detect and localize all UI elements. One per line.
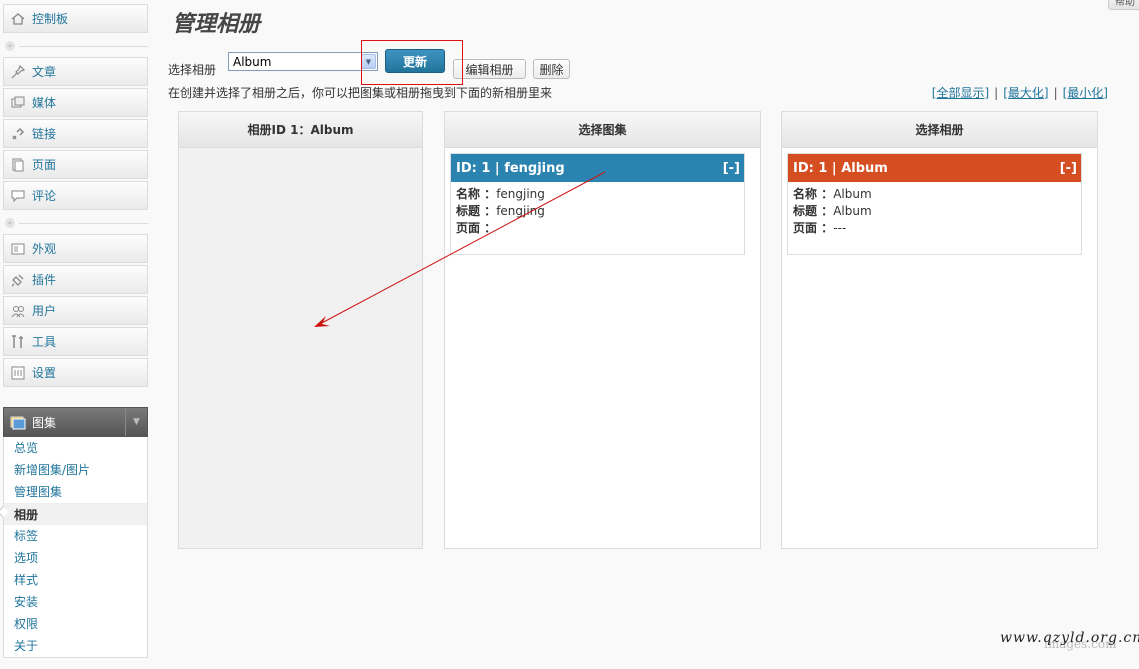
- settings-icon: [10, 365, 26, 381]
- menu-gallery[interactable]: 图集 ▼: [3, 407, 148, 437]
- instruction-text: 在创建并选择了相册之后，你可以把图集或相册拖曳到下面的新相册里来: [168, 86, 553, 100]
- page-label: 页面 ：: [456, 221, 497, 235]
- name-value: Album: [833, 187, 872, 201]
- page-title: 管理相册: [172, 11, 261, 37]
- submenu-overview[interactable]: 总览: [4, 437, 147, 459]
- menu-appearance[interactable]: 外观: [3, 234, 148, 263]
- submenu-options[interactable]: 选项: [4, 547, 147, 569]
- submenu-roles[interactable]: 权限: [4, 613, 147, 635]
- edit-album-button[interactable]: 编辑相册: [453, 59, 526, 79]
- submenu-add-gallery[interactable]: 新增图集/图片: [4, 459, 147, 481]
- gallery-card-body: 名称 ：fengjing 标题 ：fengjing 页面 ：: [451, 182, 744, 241]
- media-icon: [10, 95, 26, 111]
- link-separator: |: [994, 86, 999, 100]
- album-select[interactable]: Album ▼: [228, 52, 378, 71]
- submenu-albums[interactable]: 相册: [4, 503, 147, 525]
- link-separator: |: [1053, 86, 1058, 100]
- gallery-icon: [10, 414, 26, 430]
- gallery-list-panel: 选择图集 ID: 1 | fengjing [-] 名称 ：fengjing 标…: [444, 111, 761, 549]
- collapse-icon: «: [5, 218, 15, 228]
- view-toggle-links: [全部显示] | [最大化] | [最小化]: [932, 84, 1108, 101]
- album-card-id: ID: 1 | Album: [793, 160, 888, 176]
- name-label: 名称 ：: [793, 187, 834, 201]
- title-label: 标题 ：: [456, 204, 497, 218]
- menu-posts-label: 文章: [32, 65, 57, 79]
- users-icon: [10, 303, 26, 319]
- plug-icon: [10, 272, 26, 288]
- gallery-list-title: 选择图集: [445, 112, 760, 148]
- album-drop-zone[interactable]: 相册ID 1：Album: [178, 111, 423, 549]
- album-list-title: 选择相册: [782, 112, 1097, 148]
- submenu-manage-gallery[interactable]: 管理图集: [4, 481, 147, 503]
- name-label: 名称 ：: [456, 187, 497, 201]
- submenu-install[interactable]: 安装: [4, 591, 147, 613]
- menu-comments-label: 评论: [32, 189, 57, 203]
- menu-dashboard[interactable]: 控制板: [3, 4, 148, 33]
- menu-posts[interactable]: 文章: [3, 57, 148, 86]
- watermark: www.qzyld.org.cn: [1000, 630, 1139, 646]
- submenu-about[interactable]: 关于: [4, 635, 147, 657]
- appearance-icon: [10, 241, 26, 257]
- collapse-toggle[interactable]: [-]: [723, 161, 740, 176]
- delete-button[interactable]: 删除: [533, 59, 570, 79]
- toggle-down-icon[interactable]: ▼: [125, 408, 147, 436]
- tools-icon: [10, 334, 26, 350]
- album-list-panel: 选择相册 ID: 1 | Album [-] 名称 ：Album 标题 ：Alb…: [781, 111, 1098, 549]
- gallery-card-id: ID: 1 | fengjing: [456, 160, 565, 176]
- home-icon: [10, 11, 26, 27]
- menu-media-label: 媒体: [32, 96, 57, 110]
- album-card-header[interactable]: ID: 1 | Album [-]: [788, 154, 1081, 182]
- menu-tools[interactable]: 工具: [3, 327, 148, 356]
- menu-plugins[interactable]: 插件: [3, 265, 148, 294]
- menu-users-label: 用户: [32, 304, 57, 318]
- gallery-card-header[interactable]: ID: 1 | fengjing [-]: [451, 154, 744, 182]
- show-all-link[interactable]: [全部显示]: [932, 86, 989, 100]
- menu-links[interactable]: 链接: [3, 119, 148, 148]
- menu-tools-label: 工具: [32, 335, 57, 349]
- album-card[interactable]: ID: 1 | Album [-] 名称 ：Album 标题 ：Album 页面…: [787, 153, 1082, 255]
- select-album-label: 选择相册: [168, 63, 217, 77]
- update-button[interactable]: 更新: [385, 49, 445, 73]
- menu-separator[interactable]: «: [3, 218, 148, 228]
- gallery-submenu: 总览 新增图集/图片 管理图集 相册 标签 选项 样式 安装 权限 关于: [3, 437, 148, 658]
- title-label: 标题 ：: [793, 204, 834, 218]
- collapse-toggle[interactable]: [-]: [1060, 161, 1077, 176]
- menu-settings[interactable]: 设置: [3, 358, 148, 387]
- submenu-tags[interactable]: 标签: [4, 525, 147, 547]
- pages-icon: [10, 157, 26, 173]
- maximize-link[interactable]: [最大化]: [1003, 86, 1048, 100]
- album-select-value: Album: [233, 54, 272, 69]
- pin-icon: [10, 64, 26, 80]
- menu-pages[interactable]: 页面: [3, 150, 148, 179]
- page-label: 页面 ：: [793, 221, 834, 235]
- album-drop-zone-title: 相册ID 1：Album: [179, 112, 422, 148]
- comment-icon: [10, 188, 26, 204]
- menu-gallery-label: 图集: [32, 415, 57, 430]
- menu-plugins-label: 插件: [32, 273, 57, 287]
- menu-settings-label: 设置: [32, 366, 57, 380]
- gallery-card[interactable]: ID: 1 | fengjing [-] 名称 ：fengjing 标题 ：fe…: [450, 153, 745, 255]
- title-value: fengjing: [496, 204, 545, 218]
- menu-pages-label: 页面: [32, 158, 57, 172]
- album-card-body: 名称 ：Album 标题 ：Album 页面 ：---: [788, 182, 1081, 241]
- help-button[interactable]: 帮助: [1108, 0, 1139, 10]
- menu-media[interactable]: 媒体: [3, 88, 148, 117]
- menu-separator[interactable]: «: [3, 41, 148, 51]
- minimize-link[interactable]: [最小化]: [1063, 86, 1108, 100]
- menu-links-label: 链接: [32, 127, 57, 141]
- menu-appearance-label: 外观: [32, 242, 57, 256]
- collapse-icon: «: [5, 41, 15, 51]
- submenu-styles[interactable]: 样式: [4, 569, 147, 591]
- name-value: fengjing: [496, 187, 545, 201]
- menu-dashboard-label: 控制板: [32, 12, 69, 26]
- menu-users[interactable]: 用户: [3, 296, 148, 325]
- menu-comments[interactable]: 评论: [3, 181, 148, 210]
- title-value: Album: [833, 204, 872, 218]
- link-icon: [10, 126, 26, 142]
- chevron-down-icon[interactable]: ▼: [361, 54, 376, 69]
- page-value: ---: [833, 221, 847, 235]
